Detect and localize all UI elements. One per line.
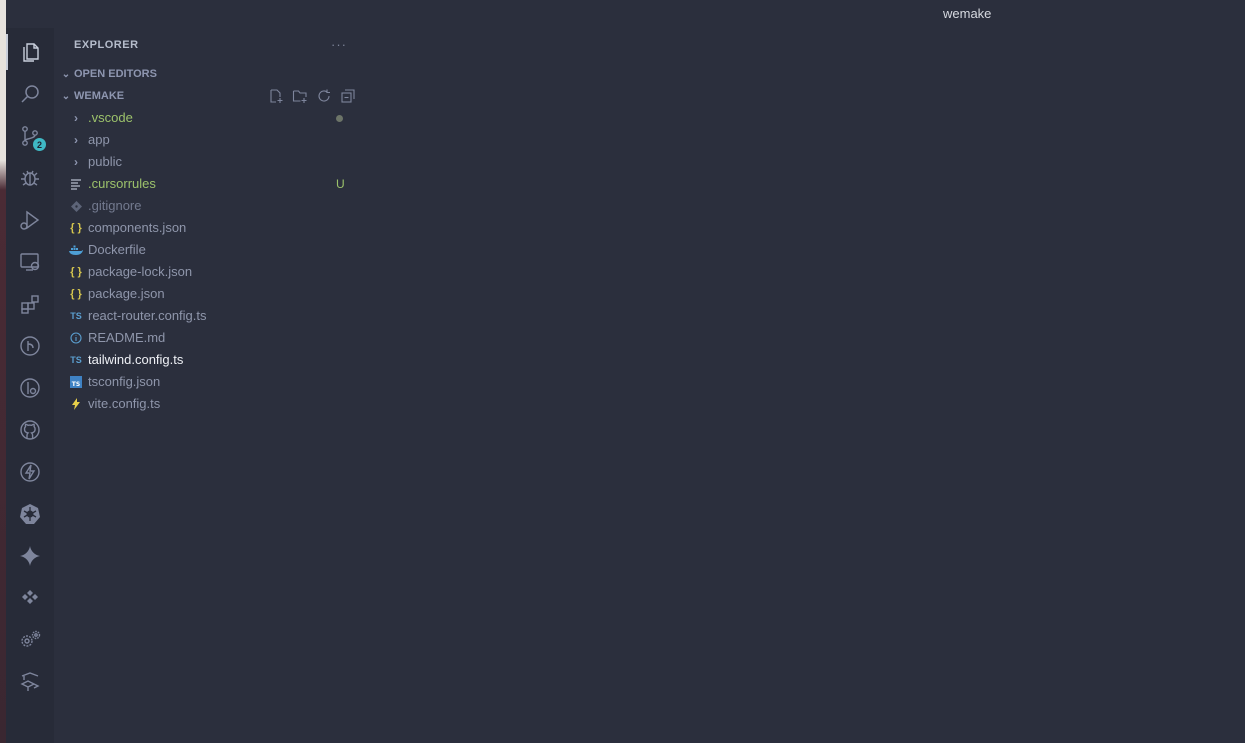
typescript-file-icon: TS — [70, 355, 82, 365]
file-name: .cursorrules — [88, 176, 156, 191]
git-graph-icon[interactable] — [12, 328, 48, 364]
file-name: Dockerfile — [88, 242, 146, 257]
source-control-icon[interactable]: 2 — [12, 118, 48, 154]
kubernetes-icon[interactable] — [12, 496, 48, 532]
new-file-icon[interactable] — [268, 88, 284, 104]
window-title: wemake — [943, 6, 992, 21]
file-name: app — [88, 132, 110, 147]
tree-item-tsconfig[interactable]: TS tsconfig.json — [54, 371, 360, 393]
deploy-icon[interactable] — [12, 664, 48, 700]
svg-text:TS: TS — [72, 381, 80, 388]
tree-item-cursorrules[interactable]: .cursorrules U — [54, 173, 360, 195]
source-control-badge: 2 — [33, 138, 46, 151]
chevron-right-icon: › — [74, 111, 78, 125]
debug-icon[interactable] — [12, 160, 48, 196]
workspace-actions — [268, 88, 356, 104]
github-icon[interactable] — [12, 412, 48, 448]
title-bar: wemake — [6, 0, 1245, 28]
file-name: components.json — [88, 220, 187, 235]
untracked-status: U — [336, 177, 345, 191]
tree-item-package-json[interactable]: { } package.json — [54, 283, 360, 305]
explorer-title: EXPLORER — [74, 39, 139, 51]
file-name: tsconfig.json — [88, 374, 161, 389]
tree-item-components-json[interactable]: { } components.json — [54, 217, 360, 239]
remote-explorer-icon[interactable] — [12, 244, 48, 280]
sparkle-icon[interactable] — [12, 538, 48, 574]
activity-bar: 2 — [6, 28, 54, 743]
vite-file-icon — [68, 396, 84, 412]
file-name: tailwind.config.ts — [88, 352, 184, 367]
text-lines-icon — [68, 176, 84, 192]
chevron-right-icon: › — [74, 155, 78, 169]
file-name: react-router.config.ts — [88, 308, 207, 323]
explorer-sidebar: EXPLORER ··· ⌄ OPEN EDITORS ⌄ WEMAKE › .… — [54, 28, 360, 743]
open-editors-label: OPEN EDITORS — [74, 68, 157, 80]
explorer-icon[interactable] — [6, 34, 48, 70]
file-name: package-lock.json — [88, 264, 193, 279]
tree-item-vscode[interactable]: › .vscode — [54, 107, 360, 129]
workspace-section[interactable]: ⌄ WEMAKE — [58, 85, 358, 107]
file-name: .gitignore — [88, 198, 142, 213]
tree-item-gitignore[interactable]: .gitignore — [54, 195, 360, 217]
git-lens-icon[interactable] — [12, 370, 48, 406]
typescript-file-icon: TS — [70, 311, 82, 321]
file-name: README.md — [88, 330, 166, 345]
collapse-all-icon[interactable] — [340, 88, 356, 104]
settings-gears-icon[interactable] — [12, 622, 48, 658]
tree-item-tailwind-config[interactable]: TS tailwind.config.ts — [54, 349, 360, 371]
more-actions-button[interactable]: ··· — [331, 37, 347, 52]
chevron-down-icon: ⌄ — [61, 68, 71, 80]
tree-item-app[interactable]: › app — [54, 129, 360, 151]
file-name: .vscode — [88, 110, 133, 125]
info-file-icon — [68, 330, 84, 346]
modified-dot-icon — [336, 115, 343, 122]
json-file-icon: { } — [70, 288, 82, 300]
tsconfig-file-icon: TS — [68, 374, 84, 390]
run-debug-icon[interactable] — [12, 202, 48, 238]
tree-item-public[interactable]: › public — [54, 151, 360, 173]
tree-item-readme[interactable]: README.md — [54, 327, 360, 349]
json-file-icon: { } — [70, 266, 82, 278]
tree-item-package-lock-json[interactable]: { } package-lock.json — [54, 261, 360, 283]
extensions-icon[interactable] — [12, 286, 48, 322]
new-folder-icon[interactable] — [292, 88, 308, 104]
git-file-icon — [68, 198, 84, 214]
json-file-icon: { } — [70, 222, 82, 234]
search-icon[interactable] — [12, 76, 48, 112]
tree-item-vite-config[interactable]: vite.config.ts — [54, 393, 360, 415]
chevron-down-icon: ⌄ — [61, 90, 71, 102]
file-name: package.json — [88, 286, 165, 301]
workspace-label: WEMAKE — [74, 90, 125, 102]
chevron-right-icon: › — [74, 133, 78, 147]
file-name: vite.config.ts — [88, 396, 161, 411]
file-name: public — [88, 154, 122, 169]
tree-item-react-router-config[interactable]: TS react-router.config.ts — [54, 305, 360, 327]
open-editors-section[interactable]: ⌄ OPEN EDITORS — [58, 63, 358, 85]
docker-file-icon — [68, 242, 84, 258]
lightning-icon[interactable] — [12, 454, 48, 490]
diamonds-icon[interactable] — [12, 580, 48, 616]
tree-item-dockerfile[interactable]: Dockerfile — [54, 239, 360, 261]
refresh-icon[interactable] — [316, 88, 332, 104]
